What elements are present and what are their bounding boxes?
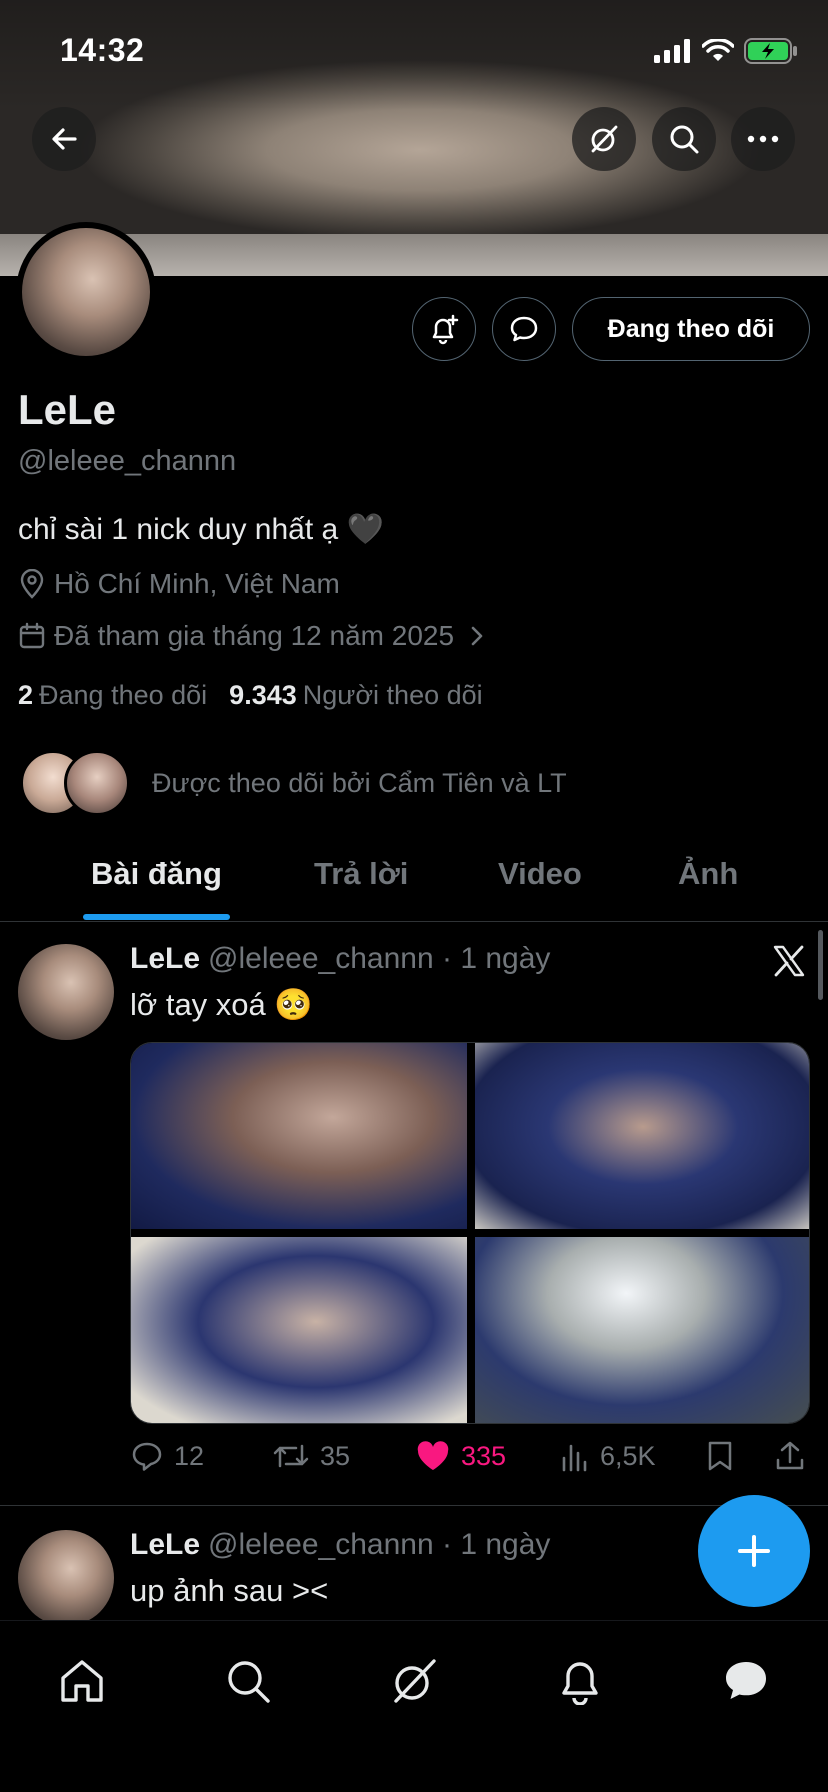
media-photo[interactable] xyxy=(475,1043,809,1229)
search-button[interactable] xyxy=(652,107,716,171)
tab-video[interactable]: Video xyxy=(498,856,582,892)
plus-icon xyxy=(738,1535,770,1567)
media-photo[interactable] xyxy=(131,1237,467,1423)
profile-tabs: Bài đăng Trả lời Video Ảnh xyxy=(0,846,828,922)
tweet-author-name[interactable]: LeLe xyxy=(130,942,200,975)
profile-location: Hồ Chí Minh, Việt Nam xyxy=(18,568,340,600)
scrollbar[interactable] xyxy=(818,930,823,1000)
grok-button[interactable] xyxy=(572,107,636,171)
nav-home[interactable] xyxy=(52,1651,112,1711)
media-photo[interactable] xyxy=(131,1043,467,1229)
bookmark-action[interactable] xyxy=(706,1440,734,1472)
tweet-divider xyxy=(0,1505,828,1506)
grok-icon xyxy=(394,1659,436,1703)
search-icon xyxy=(670,125,699,154)
location-pin-icon xyxy=(20,569,44,599)
message-button[interactable] xyxy=(492,297,556,361)
status-time: 14:32 xyxy=(60,32,145,68)
tab-indicator xyxy=(83,914,230,920)
profile-avatar[interactable] xyxy=(16,222,156,362)
more-icon xyxy=(747,135,779,143)
analytics-icon xyxy=(562,1444,587,1472)
profile-bio: chỉ sài 1 nick duy nhất ạ 🖤 xyxy=(18,513,384,546)
tab-replies[interactable]: Trả lời xyxy=(314,856,408,892)
profile-name: LeLe xyxy=(18,386,117,433)
wifi-icon xyxy=(702,39,734,61)
profile-stats: 2 Đang theo dõi 9.343 Người theo dõi xyxy=(18,680,483,711)
followers-label: Người theo dõi xyxy=(302,680,483,710)
following-stat[interactable]: 2 Đang theo dõi xyxy=(18,680,207,711)
followers-stat[interactable]: 9.343 Người theo dõi xyxy=(229,680,482,711)
followed-by-text: Được theo dõi bởi Cẩm Tiên và LT xyxy=(152,767,567,798)
media-photo[interactable] xyxy=(475,1237,809,1423)
back-button[interactable] xyxy=(32,107,96,171)
tweet-avatar[interactable] xyxy=(18,944,114,1040)
reply-icon xyxy=(132,1442,162,1471)
tweet-header: LeLe @leleee_channn · 1 ngày xyxy=(130,1528,550,1562)
tweet-header: LeLe @leleee_channn · 1 ngày xyxy=(130,942,550,976)
views-action[interactable]: 6,5K xyxy=(560,1440,656,1472)
more-button[interactable] xyxy=(731,107,795,171)
home-indicator xyxy=(276,1760,552,1770)
signal-icon xyxy=(654,39,690,63)
nav-notifications[interactable] xyxy=(550,1651,610,1711)
tweet-text: lỡ tay xoá 🥺 xyxy=(130,987,313,1022)
nav-messages[interactable] xyxy=(716,1651,776,1711)
following-label: Đang theo dõi xyxy=(39,680,208,710)
profile-joined[interactable]: Đã tham gia tháng 12 năm 2025 xyxy=(18,620,486,652)
nav-search[interactable] xyxy=(218,1651,278,1711)
compose-button[interactable] xyxy=(698,1495,810,1607)
arrow-left-icon xyxy=(52,128,77,150)
grok-icon xyxy=(591,125,618,153)
chat-bubble-icon xyxy=(510,316,538,342)
following-count: 2 xyxy=(18,680,34,710)
bookmark-icon xyxy=(708,1441,732,1471)
share-action[interactable] xyxy=(774,1440,806,1472)
home-icon xyxy=(61,1660,103,1702)
like-action[interactable]: 335 xyxy=(415,1440,506,1472)
tweet-time: · 1 ngày xyxy=(442,942,551,975)
tweet-time: · 1 ngày xyxy=(442,1528,551,1561)
battery-icon xyxy=(744,38,797,64)
nav-grok[interactable] xyxy=(384,1651,444,1711)
reply-action[interactable]: 12 xyxy=(130,1440,204,1472)
share-icon xyxy=(776,1441,804,1470)
view-count: 6,5K xyxy=(600,1440,656,1471)
like-count: 335 xyxy=(461,1440,507,1471)
followed-by[interactable]: Được theo dõi bởi Cẩm Tiên và LT xyxy=(20,750,567,816)
status-icons xyxy=(654,38,798,64)
tweet-author-handle[interactable]: @leleee_channn xyxy=(208,1528,434,1561)
tweet-text: up ảnh sau >< xyxy=(130,1573,329,1608)
tweet-author-name[interactable]: LeLe xyxy=(130,1528,200,1561)
following-button[interactable]: Đang theo dõi xyxy=(572,297,810,361)
tweet-media-grid xyxy=(130,1042,810,1424)
joined-text: Đã tham gia tháng 12 năm 2025 xyxy=(54,620,455,651)
followers-count: 9.343 xyxy=(229,680,297,710)
tweet-avatar[interactable] xyxy=(18,1530,114,1626)
tweet-author-handle[interactable]: @leleee_channn xyxy=(208,942,434,975)
notify-button[interactable] xyxy=(412,297,476,361)
x-logo-icon[interactable] xyxy=(772,944,806,978)
tab-posts[interactable]: Bài đăng xyxy=(91,856,222,892)
status-bar: 14:32 xyxy=(0,30,828,70)
follower-avatar xyxy=(64,750,130,816)
profile-handle: @leleee_channn xyxy=(18,445,237,477)
reply-count: 12 xyxy=(174,1440,205,1471)
repost-action[interactable]: 35 xyxy=(272,1440,350,1472)
search-icon xyxy=(228,1661,270,1703)
location-text: Hồ Chí Minh, Việt Nam xyxy=(54,568,340,599)
bell-icon xyxy=(562,1662,598,1705)
chevron-right-icon xyxy=(471,626,483,646)
calendar-icon xyxy=(19,622,45,649)
bell-plus-icon xyxy=(432,314,459,345)
heart-filled-icon xyxy=(417,1441,449,1470)
tab-photos[interactable]: Ảnh xyxy=(678,856,738,892)
chat-bubble-icon xyxy=(726,1662,766,1699)
repost-icon xyxy=(273,1444,309,1468)
repost-count: 35 xyxy=(320,1440,351,1471)
